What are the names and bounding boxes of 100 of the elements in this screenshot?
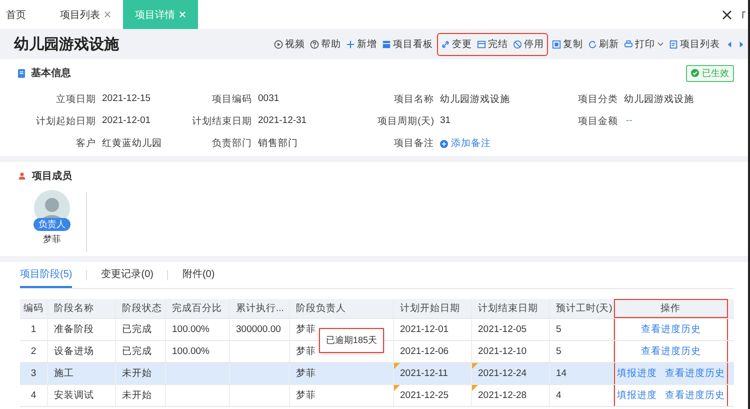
- toolbar-button[interactable]: 完结: [477, 38, 508, 50]
- table-cell: 未开始: [122, 367, 152, 380]
- toolbar-button[interactable]: 刷新: [588, 38, 619, 50]
- table-cell: 梦菲: [296, 389, 316, 402]
- table-cell: 已完成: [122, 345, 152, 358]
- field-label: 项目名称: [393, 93, 435, 106]
- fullscreen-icon[interactable]: [742, 10, 746, 20]
- table-cell: 安装调试: [54, 389, 94, 402]
- page-title: 幼儿园游戏设施: [14, 34, 119, 54]
- status-text: 已生效: [702, 66, 729, 80]
- table-cell: 5: [556, 324, 562, 335]
- section-heading: 项目成员: [32, 170, 72, 183]
- column-header: 预计工时(天): [550, 299, 614, 318]
- refresh-icon: [588, 40, 597, 48]
- table-cell: 2021-12-28: [478, 390, 527, 401]
- field-label: 项目编码: [211, 93, 253, 106]
- people-icon: [18, 172, 26, 180]
- toolbar-button[interactable]: 项目列表: [669, 38, 720, 50]
- document-icon: [18, 68, 25, 78]
- field-label: 负责部门: [211, 137, 253, 150]
- print-icon: [624, 40, 633, 48]
- play-icon: [274, 40, 283, 48]
- toolbar-button[interactable]: 停用: [513, 38, 544, 50]
- column-header: 计划开始日期: [394, 299, 472, 318]
- toolbar-button[interactable]: 打印: [624, 38, 664, 50]
- box-icon: [477, 40, 486, 48]
- table-cell: 梦菲: [296, 367, 316, 380]
- action-link[interactable]: 查看进度历史: [665, 389, 725, 402]
- ban-icon: [513, 40, 522, 48]
- toolbar-button[interactable]: 新增: [346, 38, 377, 50]
- role-badge: 负责人: [34, 218, 70, 231]
- field-value: 销售部门: [258, 137, 299, 150]
- copy-icon: [552, 40, 561, 48]
- plus-icon: [346, 40, 355, 48]
- table-cell: 梦菲: [296, 345, 316, 358]
- table-cell: 施工: [54, 367, 74, 380]
- table-cell: 100.00%: [172, 324, 210, 335]
- action-link[interactable]: 填报进度: [617, 389, 657, 402]
- table-cell: 2021-12-11: [400, 368, 448, 379]
- column-header: 编码: [20, 299, 48, 318]
- toolbar-button[interactable]: 变更: [441, 38, 472, 50]
- column-header: 阶段名称: [48, 299, 116, 318]
- table-cell: 准备阶段: [54, 323, 94, 336]
- field-value: 31: [440, 115, 452, 128]
- next-icon[interactable]: [739, 40, 744, 48]
- toolbar-button[interactable]: 视频: [274, 38, 305, 50]
- check-icon: [691, 69, 699, 77]
- board-icon: [382, 40, 391, 48]
- table-cell: 5: [556, 346, 562, 357]
- section-heading: 基本信息: [31, 66, 71, 80]
- column-header: 阶段负责人: [290, 299, 394, 318]
- column-header: 完成百分比: [166, 299, 230, 318]
- close-icon[interactable]: [722, 10, 732, 20]
- table-cell: 2021-12-05: [478, 324, 527, 335]
- field-label: 项目备注: [393, 137, 435, 150]
- table-cell: 2021-12-25: [400, 390, 449, 401]
- table-cell: 未开始: [122, 389, 152, 402]
- column-header: 操作: [614, 299, 728, 318]
- action-link[interactable]: 查看进度历史: [641, 345, 701, 358]
- page-tab[interactable]: 首页: [0, 0, 54, 29]
- action-link[interactable]: 查看进度历史: [641, 323, 701, 336]
- list-icon: [669, 40, 678, 48]
- field-value: 2021-12-31: [258, 115, 308, 128]
- add-note-link[interactable]: 添加备注: [440, 137, 491, 150]
- toolbar-button[interactable]: 帮助: [310, 38, 341, 50]
- table-cell: 2021-12-06: [400, 346, 449, 357]
- table-cell: 3: [30, 368, 36, 379]
- table-cell: 100.00%: [172, 346, 210, 357]
- section-tab[interactable]: 项目阶段(5): [20, 262, 72, 288]
- toolbar-button[interactable]: 复制: [552, 38, 583, 50]
- help-icon: [310, 40, 319, 48]
- member-name: 梦菲: [43, 233, 61, 246]
- page-tab[interactable]: 项目列表: [54, 0, 123, 29]
- table-cell: 2021-12-24: [478, 368, 527, 379]
- field-label: 客户: [75, 137, 97, 150]
- toolbar-button[interactable]: 项目看板: [382, 38, 433, 50]
- link-icon: [441, 40, 450, 48]
- table-cell: 已完成: [122, 323, 152, 336]
- field-label: 项目周期(天): [376, 115, 435, 128]
- table-cell: 2021-12-01: [400, 324, 449, 335]
- overdue-tooltip: 已逾期185天: [320, 329, 384, 352]
- field-value: 幼儿园游戏设施: [624, 93, 695, 106]
- table-cell: 设备进场: [54, 345, 94, 358]
- field-label: 计划结束日期: [191, 115, 253, 128]
- table-cell: 2: [30, 346, 36, 357]
- table-cell: 梦菲: [296, 323, 316, 336]
- field-label: 项目分类: [577, 93, 619, 106]
- section-tab[interactable]: 附件(0): [182, 262, 215, 288]
- table-cell: 1: [30, 324, 36, 335]
- field-value: 红黄蓝幼儿园: [102, 137, 163, 150]
- plus-icon: [440, 140, 448, 148]
- field-label: 立项日期: [55, 93, 97, 106]
- column-header: 阶段状态: [116, 299, 166, 318]
- section-tab[interactable]: 变更记录(0): [101, 262, 154, 288]
- field-label: 项目金额: [577, 115, 619, 128]
- field-value: 幼儿园游戏设施: [440, 93, 511, 106]
- field-value: 0031: [258, 93, 280, 106]
- table-cell: 300000.00: [236, 324, 281, 335]
- column-header: 计划结束日期: [472, 299, 550, 318]
- previous-icon[interactable]: [727, 40, 732, 48]
